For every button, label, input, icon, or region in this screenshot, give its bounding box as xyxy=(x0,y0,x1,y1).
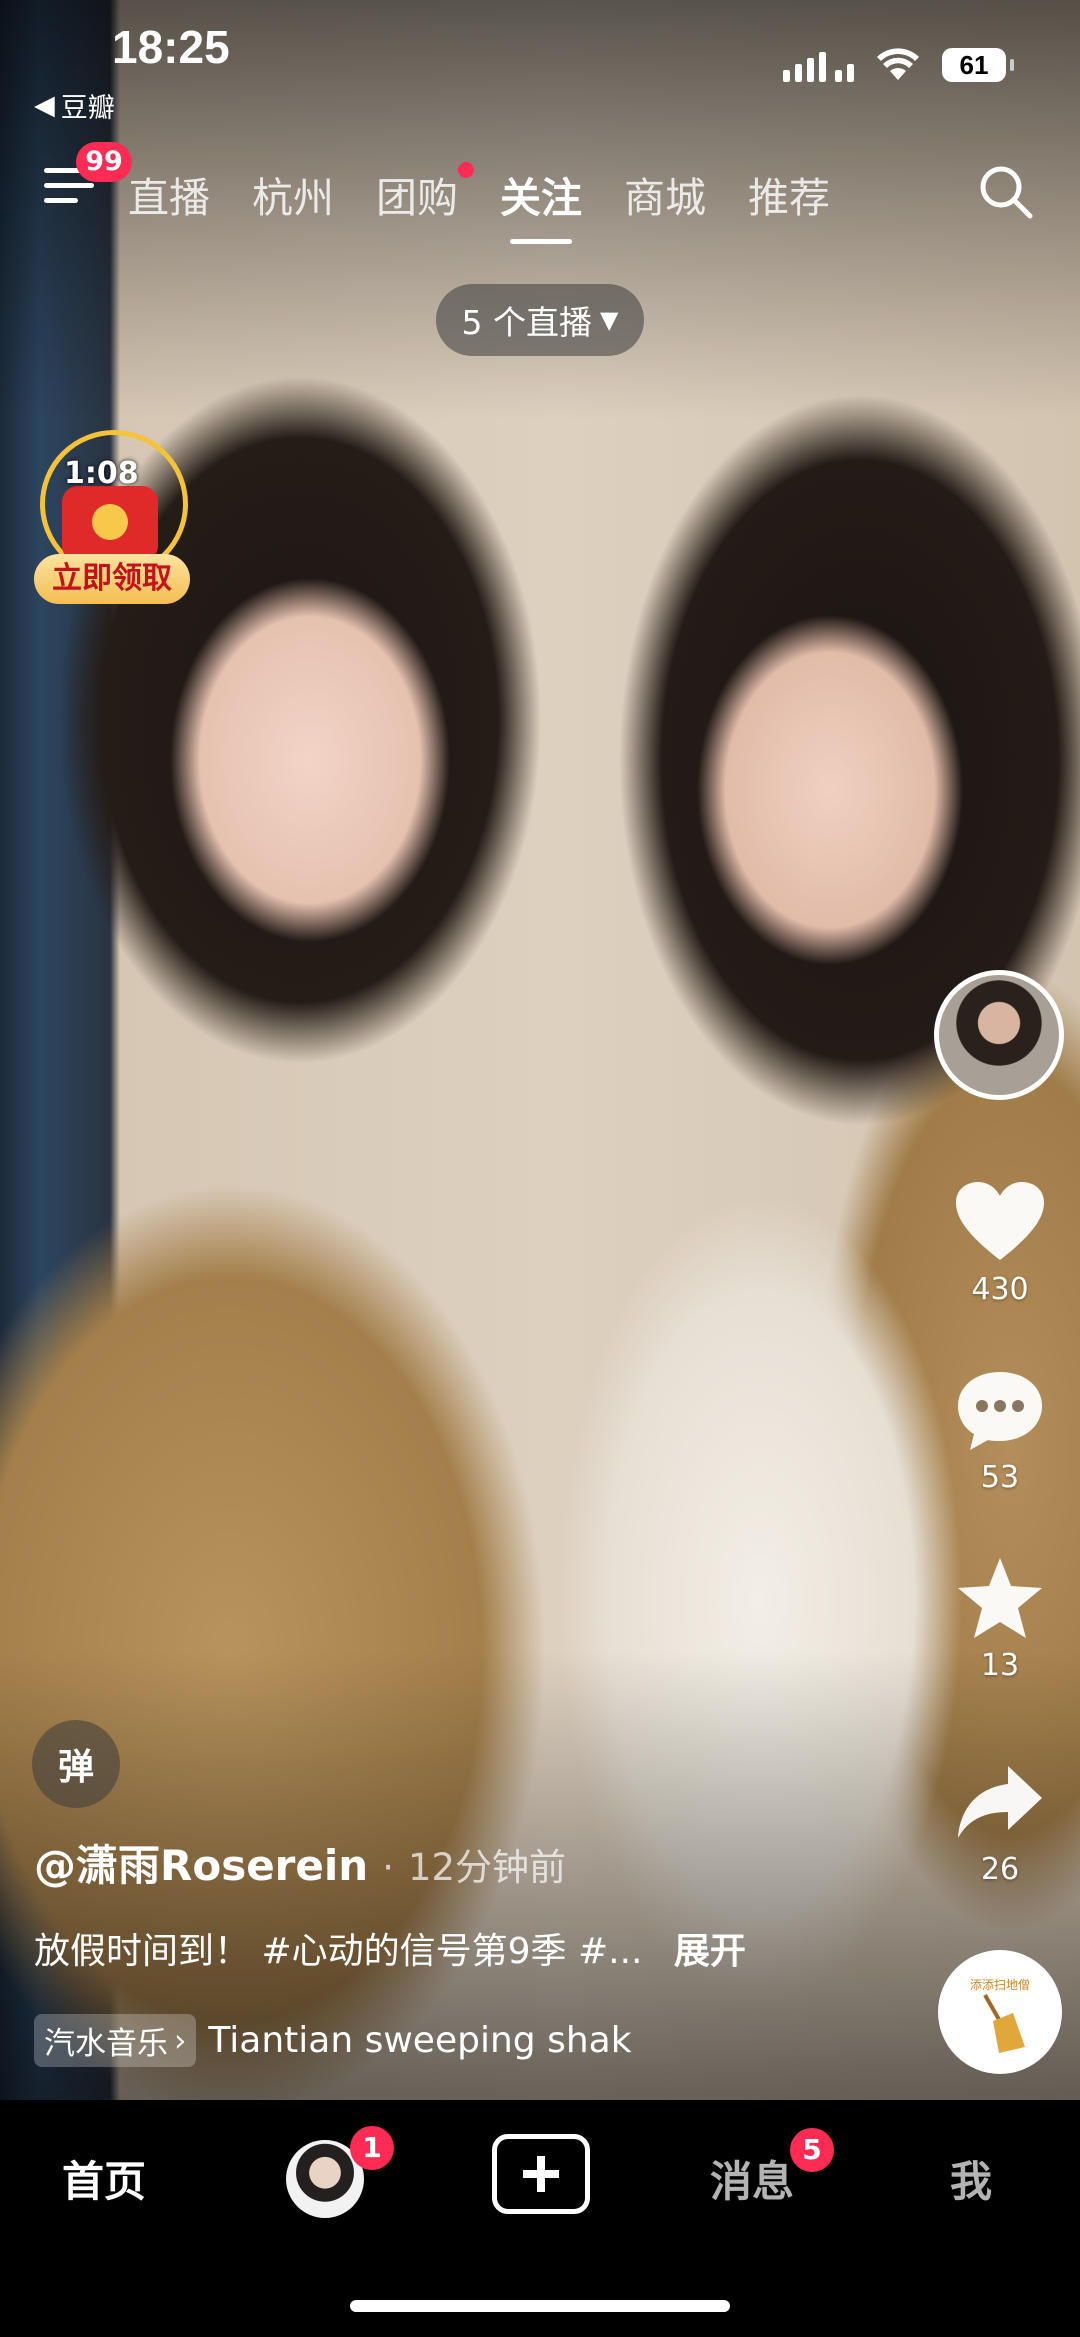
live-count-label: 5 个直播 xyxy=(461,303,593,342)
favorite-button[interactable]: 13 xyxy=(950,1556,1050,1683)
nav-me[interactable]: 我 xyxy=(950,2148,992,2209)
share-button[interactable]: 26 xyxy=(950,1760,1050,1887)
like-count: 430 xyxy=(971,1272,1029,1307)
tab-group-buy[interactable]: 团购 xyxy=(376,162,474,224)
chevron-right-icon: › xyxy=(174,2022,187,2059)
new-dot xyxy=(458,162,474,178)
tab-mall[interactable]: 商城 xyxy=(624,164,706,224)
friends-badge: 1 xyxy=(350,2126,394,2170)
comment-icon xyxy=(958,1372,1042,1450)
caret-down-icon: ▼ xyxy=(600,306,619,334)
caption-text: 放假时间到！ #心动的信号第9季 #... xyxy=(34,1931,643,1972)
messages-badge: 5 xyxy=(790,2128,834,2172)
danmu-label: 弹 xyxy=(57,1747,94,1788)
comment-count: 53 xyxy=(980,1460,1020,1495)
music-source-tag[interactable]: 汽水音乐 › xyxy=(34,2014,197,2067)
home-indicator[interactable] xyxy=(350,2300,730,2312)
music-disc[interactable]: 添添扫地僧 xyxy=(938,1950,1062,2074)
star-icon xyxy=(958,1558,1042,1638)
nav-messages[interactable]: 消息 xyxy=(710,2148,794,2209)
comment-button[interactable]: 53 xyxy=(950,1368,1050,1495)
red-packet-seal xyxy=(92,504,128,540)
back-to-app-link[interactable]: ◀ 豆瓣 xyxy=(34,86,115,125)
share-arrow-icon xyxy=(958,1766,1042,1838)
separator-dot: · xyxy=(382,1846,394,1889)
heart-icon xyxy=(956,1182,1044,1260)
author-line: @潇雨Roserein · 12分钟前 xyxy=(34,1832,566,1893)
music-disc-text: 添添扫地僧 xyxy=(970,1978,1030,1992)
nav-home[interactable]: 首页 xyxy=(62,2148,146,2209)
share-count: 26 xyxy=(980,1852,1020,1887)
red-packet-timer: 1:08 xyxy=(64,456,139,491)
author-name[interactable]: @潇雨Roserein xyxy=(34,1832,368,1893)
plus-icon xyxy=(523,2156,559,2192)
music-source-label: 汽水音乐 xyxy=(44,2026,168,2062)
tab-group-buy-label: 团购 xyxy=(376,174,458,222)
tab-live[interactable]: 直播 xyxy=(128,164,210,224)
battery-icon: 61 xyxy=(942,48,1014,82)
back-app-label: 豆瓣 xyxy=(60,93,115,124)
search-icon[interactable] xyxy=(976,162,1036,222)
tab-following[interactable]: 关注 xyxy=(500,164,582,244)
music-title: Tiantian sweeping shak xyxy=(208,2020,632,2061)
expand-button[interactable]: 展开 xyxy=(674,1931,746,1972)
danmu-toggle-button[interactable]: 弹 xyxy=(32,1720,120,1808)
tab-hangzhou[interactable]: 杭州 xyxy=(252,164,334,224)
claim-now-button[interactable]: 立即领取 xyxy=(34,554,190,604)
status-time: 18:25 xyxy=(112,21,230,73)
like-button[interactable]: 430 xyxy=(950,1180,1050,1307)
cellular-signal-icon xyxy=(783,48,854,82)
live-count-dropdown[interactable]: 5 个直播 ▼ xyxy=(436,284,644,356)
wifi-icon xyxy=(877,48,919,80)
posted-time: 12分钟前 xyxy=(407,1846,567,1889)
status-indicators: 61 xyxy=(783,48,1014,82)
caption[interactable]: 放假时间到！ #心动的信号第9季 #... 展开 xyxy=(34,1922,746,1974)
back-triangle-icon: ◀ xyxy=(34,90,55,121)
top-tabs: 直播 杭州 团购 关注 商城 推荐 xyxy=(128,162,830,244)
tab-recommend[interactable]: 推荐 xyxy=(748,164,830,224)
menu-badge: 99 xyxy=(76,142,132,182)
create-button[interactable] xyxy=(492,2134,590,2214)
broom-icon: 添添扫地僧 xyxy=(970,1978,1030,2053)
favorite-count: 13 xyxy=(980,1648,1020,1683)
music-line[interactable]: 汽水音乐 › Tiantian sweeping shak xyxy=(34,2014,728,2067)
creator-avatar[interactable] xyxy=(934,970,1064,1100)
red-packet-widget[interactable]: 1:08 立即领取 xyxy=(34,430,190,606)
